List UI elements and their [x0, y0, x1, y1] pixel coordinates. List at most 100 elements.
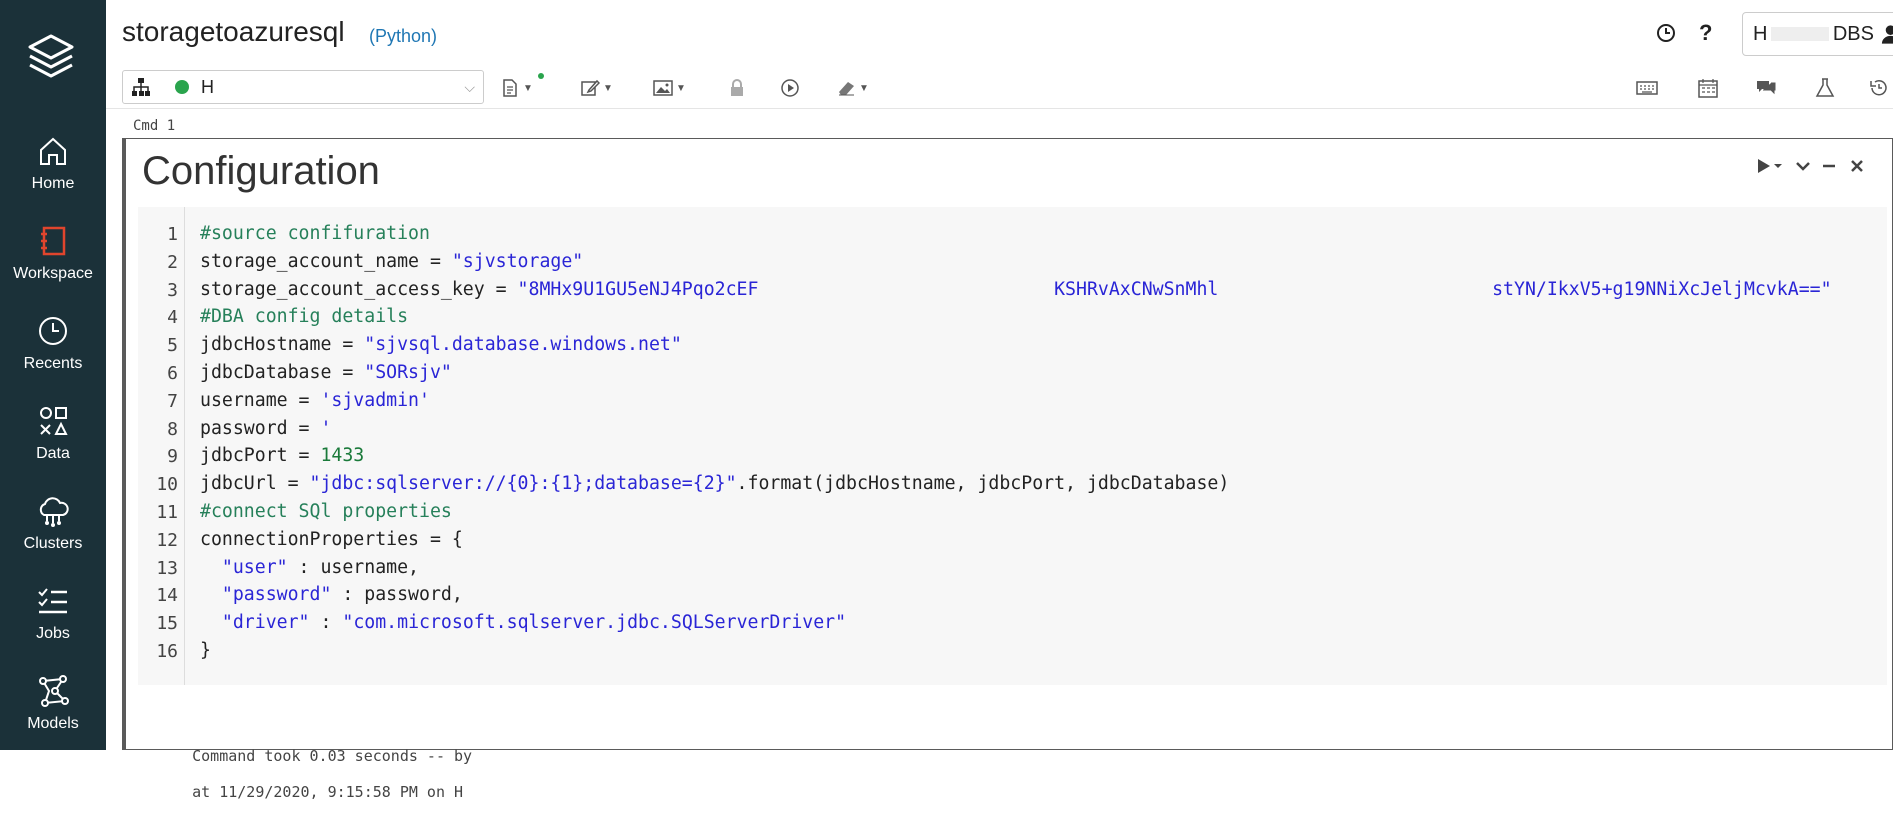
sidebar-item-label: Clusters	[23, 535, 83, 552]
code-token: 1433	[320, 445, 365, 467]
code-line: jdbcDatabase = "SORsjv"	[200, 362, 452, 383]
notebook-language[interactable]: (Python)	[369, 26, 437, 47]
code-editor[interactable]: 1 2 3 4 5 6 7 8 9 10 11 12 13 14 15 16 #source confifur…	[138, 207, 1887, 685]
user-menu-button[interactable]: H DBS	[1742, 12, 1893, 56]
command-label: Cmd 1	[133, 118, 176, 134]
code-token: :	[309, 612, 343, 634]
sidebar-item-label: Recents	[23, 355, 83, 372]
code-token: #DBA config details	[200, 306, 409, 328]
minimize-cell-button[interactable]	[1820, 157, 1838, 181]
sidebar-item-workspace[interactable]: Workspace	[0, 215, 106, 295]
play-icon	[1758, 159, 1782, 173]
view-menu-button[interactable]: ▼	[653, 78, 686, 98]
cluster-name: H	[201, 76, 214, 97]
edit-icon	[581, 79, 600, 96]
line-number: 6	[167, 363, 178, 384]
cluster-selector[interactable]: H ⌵	[122, 70, 484, 104]
data-shapes-icon	[40, 407, 68, 435]
schedule-calendar-icon[interactable]	[1697, 78, 1719, 98]
keyboard-icon[interactable]	[1636, 78, 1658, 98]
code-line: "driver" : "com.microsoft.sqlserver.jdbc…	[200, 612, 846, 633]
code-token: "driver"	[221, 612, 310, 634]
toolbar-divider	[106, 108, 1893, 109]
permissions-button[interactable]	[727, 78, 747, 98]
line-number: 15	[156, 613, 178, 635]
run-cell-button[interactable]	[1756, 157, 1786, 181]
help-icon[interactable]: ?	[1699, 20, 1712, 46]
sidebar-item-data[interactable]: Data	[0, 395, 106, 475]
line-number: 3	[167, 279, 178, 301]
code-token: password =	[200, 417, 321, 439]
notebook-title[interactable]: storagetoazuresql	[122, 16, 345, 48]
line-number: 1	[167, 224, 178, 245]
code-token: "com.microsoft.sqlserver.jdbc.SQLServerD…	[342, 612, 847, 634]
file-menu-button[interactable]: ▼	[500, 73, 544, 98]
image-icon	[653, 80, 673, 96]
code-token: "jdbc:sqlserver://{0}:{1};database={2}"	[309, 473, 737, 495]
notebook-cell[interactable]: Configuration 1 2 3 4 5 6 7 8 9 10 11 12 13 14 15 16 #s…	[122, 138, 1893, 801]
code-token: .format(jdbcHostname, jdbcPort, jdbcData…	[736, 473, 1230, 495]
code-token: #source confifuration	[200, 223, 430, 244]
sidebar-item-label: Jobs	[36, 625, 70, 642]
line-number: 2	[167, 251, 178, 273]
code-token: }	[200, 640, 211, 661]
code-token: "sjvsql.database.windows.net"	[364, 334, 682, 356]
run-all-button[interactable]	[780, 78, 800, 98]
experiment-flask-icon[interactable]	[1814, 78, 1836, 98]
clear-menu-button[interactable]: ▼	[836, 78, 869, 98]
revision-history-icon[interactable]	[1868, 78, 1890, 98]
chevron-down-icon: ⌵	[464, 78, 475, 95]
command-status: Command took 0.03 seconds -- by at 11/29…	[156, 729, 472, 819]
user-name-start: H	[1753, 22, 1768, 45]
caret-down-icon: ▼	[676, 82, 686, 94]
delete-cell-button[interactable]	[1848, 157, 1866, 181]
code-token: storage_account_name =	[200, 250, 452, 272]
sidebar-item-label: Models	[27, 715, 79, 732]
clock-icon	[39, 317, 67, 345]
code-token: "8MHx9U1GU5eNJ4Pqo2cEF	[517, 278, 759, 300]
code-token: jdbcPort =	[200, 445, 321, 467]
command-timestamp: at 11/29/2020, 9:15:58 PM on H	[192, 783, 464, 801]
status-dot	[538, 73, 544, 79]
sidebar-item-home[interactable]: Home	[0, 125, 106, 205]
workspace-icon	[41, 226, 66, 256]
sidebar-item-label: Workspace	[13, 265, 93, 282]
cloud-icon	[39, 497, 69, 527]
line-number-gutter: 1 2 3 4 5 6 7 8 9 10 11 12 13 14 15 16	[138, 207, 185, 685]
close-icon	[1851, 160, 1863, 172]
code-line: storage_account_access_key = "8MHx9U1GU5…	[200, 279, 1832, 300]
sidebar-item-models[interactable]: Models	[0, 665, 106, 745]
sidebar: Home Workspace Recents Data Clusters Job…	[0, 0, 106, 750]
edit-menu-button[interactable]: ▼	[580, 78, 613, 98]
databricks-logo-icon[interactable]	[26, 30, 76, 86]
code-line: jdbcUrl = "jdbc:sqlserver://{0}:{1};data…	[200, 473, 1229, 494]
caret-down-icon: ▼	[859, 82, 869, 94]
sidebar-item-jobs[interactable]: Jobs	[0, 575, 106, 655]
line-number: 12	[156, 529, 178, 551]
code-token: "sjvstorage"	[451, 250, 584, 272]
cell-menu-button[interactable]	[1794, 157, 1812, 181]
sidebar-item-clusters[interactable]: Clusters	[0, 485, 106, 565]
play-circle-icon	[781, 79, 799, 97]
code-line: "user" : username,	[200, 557, 419, 578]
code-token: #connect SQl properties	[200, 501, 452, 522]
chevron-down-icon	[1796, 162, 1810, 171]
cell-title: Configuration	[142, 149, 380, 193]
eraser-icon	[839, 82, 854, 96]
line-number: 14	[156, 585, 178, 607]
sidebar-item-recents[interactable]: Recents	[0, 305, 106, 385]
lock-icon	[731, 79, 743, 96]
code-token: "password"	[221, 584, 332, 606]
code-token: jdbcDatabase =	[200, 362, 365, 383]
line-number: 9	[167, 446, 178, 468]
file-icon	[503, 79, 517, 97]
code-token: storage_account_access_key =	[200, 278, 518, 300]
code-token: connectionProperties = {	[200, 528, 463, 550]
history-clock-icon[interactable]	[1655, 22, 1677, 44]
comments-icon[interactable]	[1755, 78, 1777, 98]
code-token: "SORsjv"	[364, 362, 452, 383]
home-icon	[40, 137, 66, 165]
code-line: #source confifuration	[200, 223, 430, 244]
